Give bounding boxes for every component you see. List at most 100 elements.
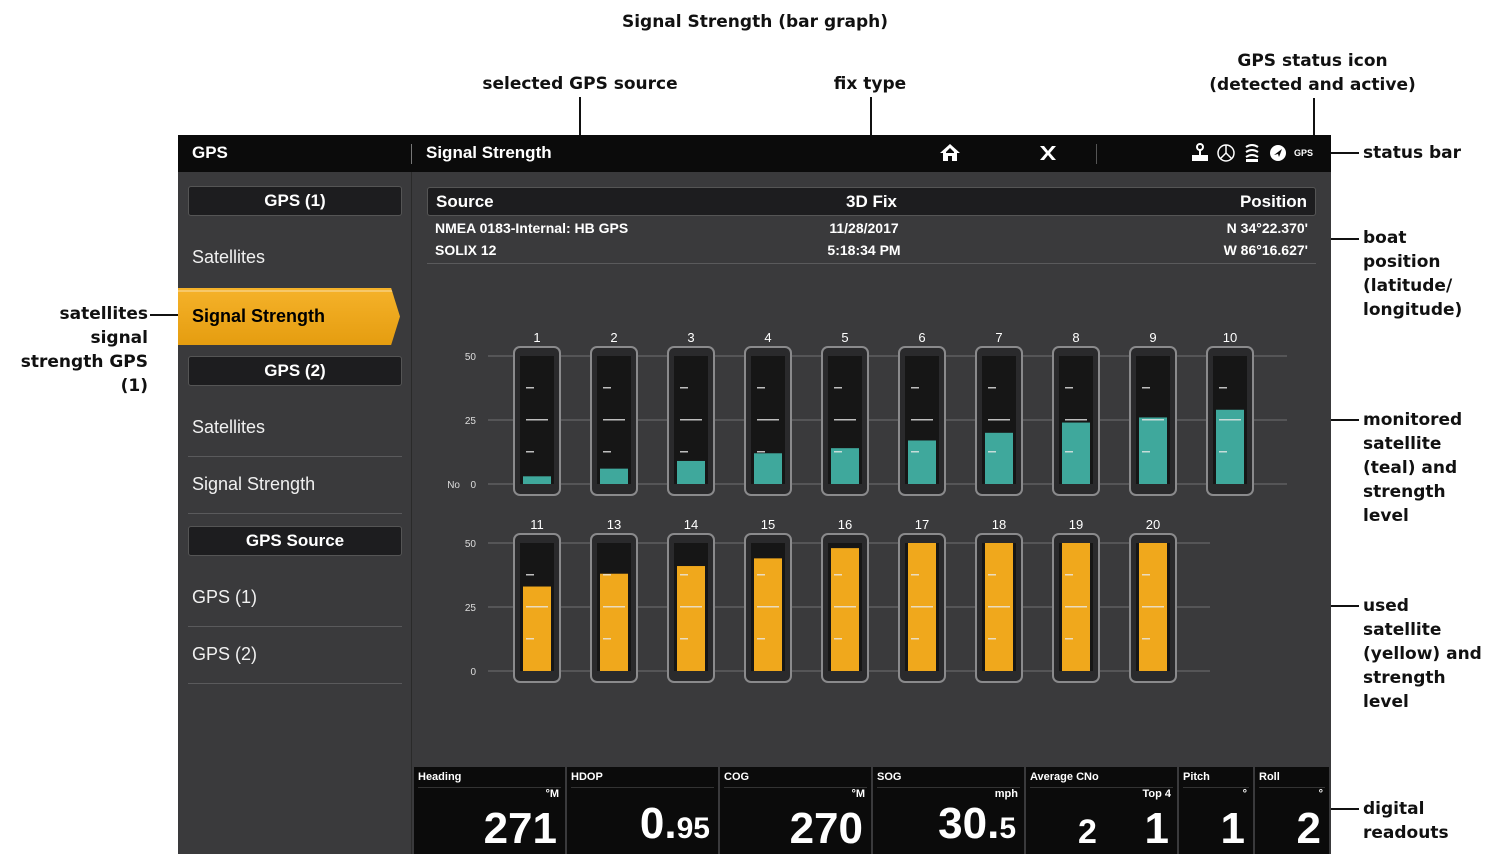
tube-tick	[757, 606, 779, 608]
source-name: NMEA 0183-Internal: HB GPS	[435, 220, 629, 236]
tube-tick	[757, 387, 765, 389]
sonar-icon[interactable]	[1242, 141, 1262, 165]
tube-tick	[834, 606, 856, 608]
tube-tick	[1065, 574, 1073, 576]
readout-average-cno[interactable]: Average CNo Top 4 1 2	[1026, 767, 1179, 854]
readout-divider	[1259, 787, 1325, 788]
satellite-bar	[1139, 417, 1167, 484]
sidebar-item-source-gps2[interactable]: GPS (2)	[192, 644, 402, 665]
y-tick-label: 25	[465, 603, 477, 614]
sidebar-divider	[188, 513, 402, 514]
readout-label: Heading	[418, 771, 462, 783]
readout-roll[interactable]: Roll ° 2	[1255, 767, 1331, 854]
tube-tick	[1142, 574, 1150, 576]
leader-gps-status	[1313, 98, 1315, 140]
annotation-line: strength GPS (1)	[20, 352, 148, 396]
annotation-selected-source: selected GPS source	[482, 74, 678, 94]
date-value: 11/28/2017	[829, 220, 899, 236]
leader-digital-readouts	[1331, 808, 1359, 810]
readout-value-decimal: 95	[676, 812, 710, 845]
tube-tick	[680, 451, 688, 453]
annotation-line: readouts	[1363, 823, 1449, 843]
satellite-id-label: 16	[838, 517, 852, 532]
annotation-line: (teal) and	[1363, 458, 1458, 478]
annotation-boat-position: boat position (latitude/ longitude)	[1363, 226, 1462, 322]
satellite-id-label: 6	[918, 330, 925, 345]
satellite-id-label: 14	[684, 517, 698, 532]
satellite-bar	[754, 453, 782, 484]
readout-value: 0.95	[639, 799, 710, 848]
annotation-line: used satellite	[1363, 596, 1442, 640]
y-tick-label: 25	[465, 416, 477, 427]
status-divider	[1096, 144, 1097, 164]
tube-tick	[603, 419, 625, 421]
annotation-digital-readouts: digital readouts	[1363, 797, 1449, 845]
satellite-bar	[523, 586, 551, 671]
sidebar-item-gps1-satellites[interactable]: Satellites	[192, 247, 402, 268]
tube-tick	[757, 638, 765, 640]
navigation-icon[interactable]	[1268, 141, 1288, 165]
y-axis-label: CNo	[448, 480, 460, 491]
readout-pitch[interactable]: Pitch ° 1	[1179, 767, 1255, 854]
readout-divider	[418, 787, 561, 788]
y-tick-label: 0	[470, 480, 476, 491]
sidebar-item-gps1-signal-strength[interactable]: Signal Strength	[178, 288, 400, 345]
tube-tick	[834, 574, 842, 576]
home-icon[interactable]	[936, 139, 964, 167]
sidebar-divider	[188, 456, 402, 457]
annotation-gps-status-icon: GPS status icon (detected and active)	[1200, 49, 1425, 97]
tube-tick	[988, 419, 1010, 421]
signal-strength-chart: 50 25 0 CNo 1 2 3 4 5 6 7 8 9 10 50 25 0 11 13 14 15 16 17 18 19…	[448, 330, 1287, 683]
y-tick-label: 0	[470, 667, 476, 678]
tube-tick	[911, 451, 919, 453]
anchor-icon[interactable]	[1190, 141, 1210, 165]
annotation-line: position	[1363, 252, 1441, 272]
sidebar-header-gps-source: GPS Source	[188, 526, 402, 556]
device-screen: GPS Signal Strength GPS GPS (1) Satellit…	[178, 135, 1331, 854]
tube-tick	[757, 574, 765, 576]
sidebar-item-gps2-signal-strength[interactable]: Signal Strength	[192, 474, 402, 495]
info-divider	[427, 263, 1316, 264]
tube-tick	[680, 638, 688, 640]
readout-label: Roll	[1259, 771, 1280, 783]
time-value: 5:18:34 PM	[827, 242, 901, 258]
tube-tick	[603, 451, 611, 453]
tube-tick	[911, 606, 933, 608]
tube-tick	[603, 638, 611, 640]
tube-tick	[1142, 451, 1150, 453]
sidebar-item-source-gps1[interactable]: GPS (1)	[192, 587, 402, 608]
tube-tick	[1219, 387, 1227, 389]
tube-tick	[834, 451, 842, 453]
tube-tick	[1065, 387, 1073, 389]
satellite-bar	[1062, 422, 1090, 484]
satellite-id-label: 17	[915, 517, 929, 532]
satellite-bar	[523, 476, 551, 484]
readout-unit: °M	[545, 788, 559, 800]
sidebar-item-gps2-satellites[interactable]: Satellites	[192, 417, 402, 438]
readout-heading[interactable]: Heading °M 271	[414, 767, 567, 854]
tube-tick	[911, 387, 919, 389]
tube-tick	[526, 451, 534, 453]
readout-hdop[interactable]: HDOP 0.95	[567, 767, 720, 854]
tube-tick	[1219, 419, 1241, 421]
readout-value: 1	[1144, 804, 1169, 853]
readout-value: 270	[789, 804, 863, 853]
readout-sog[interactable]: SOG mph 30.5	[873, 767, 1026, 854]
tube-tick	[526, 606, 548, 608]
tube-tick	[757, 419, 779, 421]
close-icon[interactable]	[1034, 139, 1062, 167]
tube-tick	[526, 574, 534, 576]
annotation-line: digital	[1363, 799, 1425, 819]
compass-icon[interactable]	[1216, 141, 1236, 165]
gps-status-icon[interactable]: GPS	[1294, 141, 1314, 165]
tube-tick	[988, 451, 996, 453]
annotation-line: boat	[1363, 228, 1407, 248]
readout-secondary-value: 2	[1078, 813, 1097, 851]
annotation-line: strength level	[1363, 668, 1446, 712]
tube-tick	[834, 419, 856, 421]
satellite-bar	[677, 566, 705, 671]
annotation-line: satellite	[1363, 434, 1442, 454]
y-tick-label: 50	[465, 539, 477, 550]
readout-label: HDOP	[571, 771, 603, 783]
readout-cog[interactable]: COG °M 270	[720, 767, 873, 854]
